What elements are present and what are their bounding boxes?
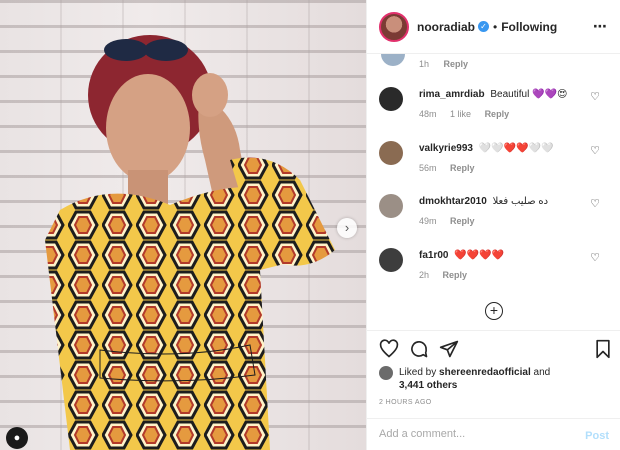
post-header: nooradiab ✓ • Following ⋯ [367, 0, 620, 54]
post-sidebar: nooradiab ✓ • Following ⋯ 1h Reply rima_… [366, 0, 620, 450]
likes-joiner: and [533, 367, 551, 378]
comment-like-count[interactable]: 1 like [450, 109, 471, 119]
post-actions-bar [367, 330, 620, 366]
follow-status-button[interactable]: Following [501, 20, 557, 34]
woman-photo-illustration [45, 35, 335, 450]
comment-text-line: valkyrie993 🤍🤍❤️❤️🤍🤍 [419, 143, 553, 154]
like-comment-heart-icon[interactable]: ♡ [589, 145, 601, 157]
comment-body: ده صليب فعلا [492, 196, 549, 207]
likes-prefix: Liked by [399, 367, 437, 378]
like-comment-heart-icon[interactable]: ♡ [589, 91, 601, 103]
likes-line-2: 3,441 others [399, 379, 457, 392]
comment-body: 🤍🤍❤️❤️🤍🤍 [478, 143, 554, 154]
liker-username[interactable]: shereenredaofficial [439, 367, 531, 378]
comment-body: ❤️❤️❤️❤️ [454, 250, 505, 261]
comment-age: 48m [419, 109, 437, 119]
comment-meta: 2h Reply [419, 270, 478, 280]
comment-bubble-icon[interactable] [409, 339, 429, 359]
comment-age: 56m [419, 163, 437, 173]
add-comment-input[interactable] [379, 428, 569, 440]
comment-composer: Post [367, 418, 620, 450]
author-avatar[interactable] [379, 11, 409, 42]
comment-meta: 48m 1 like Reply [419, 109, 520, 119]
tagged-user-icon[interactable]: ● [6, 427, 28, 449]
comment-text-line: fa1r00 ❤️❤️❤️❤️ [419, 250, 504, 261]
comment-meta: 49m Reply [419, 216, 486, 226]
comment-age: 1h [419, 59, 430, 69]
comment-meta-partial: 1h Reply [419, 59, 480, 69]
likes-count-link[interactable]: 3,441 others [399, 380, 457, 391]
post-timestamp[interactable]: 2 HOURS AGO [379, 399, 432, 406]
commenter-avatar[interactable] [379, 194, 403, 218]
like-comment-heart-icon[interactable]: ♡ [589, 252, 601, 264]
comment-avatar-partial[interactable] [381, 54, 405, 66]
verified-badge-icon: ✓ [478, 21, 490, 32]
post-comment-button[interactable]: Post [585, 430, 609, 442]
more-options-icon[interactable]: ⋯ [593, 18, 608, 35]
commenter-username[interactable]: valkyrie993 [419, 143, 473, 154]
post-photo[interactable]: › ● [0, 0, 366, 450]
comment-age: 2h [419, 270, 430, 280]
commenter-avatar[interactable] [379, 248, 403, 272]
comment-text-line: rima_amrdiab Beautiful 💜💜😍 [419, 89, 567, 100]
comment-text-line: dmokhtar2010 ده صليب فعلا [419, 196, 548, 207]
commenter-avatar[interactable] [379, 87, 403, 111]
share-paper-plane-icon[interactable] [439, 339, 459, 359]
reply-button[interactable]: Reply [485, 109, 510, 119]
reply-button[interactable]: Reply [450, 163, 475, 173]
likes-line-1: Liked by shereenredaofficial and [399, 366, 550, 379]
author-username[interactable]: nooradiab [417, 20, 475, 34]
save-bookmark-icon[interactable] [593, 339, 613, 359]
commenter-username[interactable]: rima_amrdiab [419, 89, 485, 100]
comment-body: Beautiful 💜💜😍 [490, 89, 568, 100]
comment-age: 49m [419, 216, 437, 226]
separator-dot: • [493, 19, 498, 34]
liker-avatar[interactable] [379, 366, 393, 380]
reply-button[interactable]: Reply [444, 59, 469, 69]
like-comment-heart-icon[interactable]: ♡ [589, 198, 601, 210]
like-heart-icon[interactable] [379, 339, 399, 359]
load-more-comments-icon[interactable]: + [485, 302, 503, 320]
commenter-username[interactable]: fa1r00 [419, 250, 448, 261]
reply-button[interactable]: Reply [450, 216, 475, 226]
next-photo-arrow-icon[interactable]: › [337, 218, 357, 238]
reply-button[interactable]: Reply [443, 270, 468, 280]
commenter-username[interactable]: dmokhtar2010 [419, 196, 487, 207]
comments-list[interactable]: 1h Reply rima_amrdiab Beautiful 💜💜😍 48m … [367, 54, 620, 330]
commenter-avatar[interactable] [379, 141, 403, 165]
comment-meta: 56m Reply [419, 163, 486, 173]
